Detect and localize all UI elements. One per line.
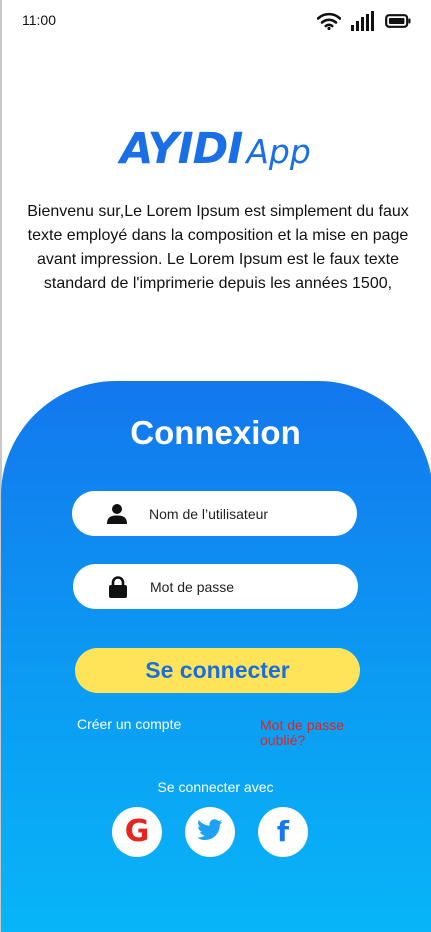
connect-with-label: Se connecter avec (157, 779, 274, 795)
facebook-icon: f (276, 815, 290, 848)
create-account-link[interactable]: Créer un compte (77, 716, 181, 732)
facebook-login-button[interactable]: f (258, 807, 308, 857)
twitter-icon (197, 818, 223, 846)
lock-icon (107, 575, 129, 598)
status-time: 11:00 (22, 12, 56, 28)
username-field[interactable] (72, 491, 357, 536)
battery-icon (385, 14, 411, 28)
logo-sub-text: App (246, 132, 311, 171)
signal-icon (351, 11, 375, 31)
google-login-button[interactable]: G (112, 807, 162, 857)
logo-main-text: AYIDI (120, 124, 243, 174)
login-button[interactable]: Se connecter (75, 648, 360, 693)
app-logo: AYIDI App (0, 124, 431, 174)
intro-text: Bienvenu sur,Le Lorem Ipsum est simpleme… (27, 203, 409, 292)
google-icon: G (124, 814, 150, 849)
status-icons (317, 11, 411, 31)
password-input[interactable] (150, 578, 340, 595)
forgot-password-link[interactable]: Mot de passe oublié? (260, 718, 370, 748)
username-input[interactable] (149, 505, 339, 522)
wifi-icon (317, 12, 341, 30)
twitter-login-button[interactable] (185, 807, 235, 857)
login-title: Connexion (130, 414, 301, 451)
password-field[interactable] (73, 564, 358, 609)
user-icon (106, 503, 128, 525)
